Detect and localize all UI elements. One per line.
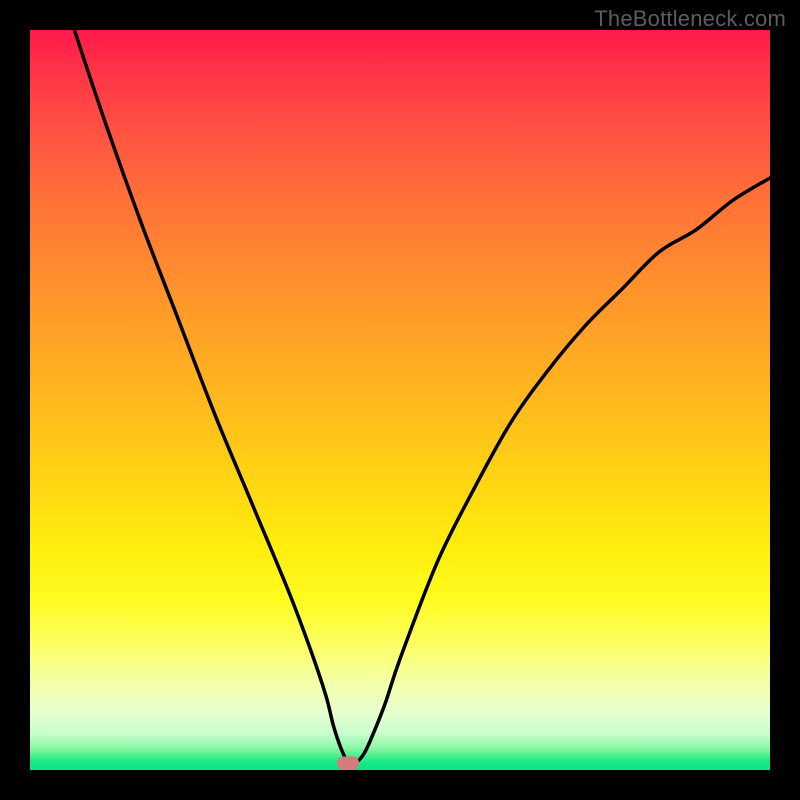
watermark-text: TheBottleneck.com <box>594 6 786 32</box>
bottleneck-curve <box>30 30 770 770</box>
optimal-marker <box>337 756 359 769</box>
plot-area <box>30 30 770 770</box>
chart-frame: TheBottleneck.com <box>0 0 800 800</box>
